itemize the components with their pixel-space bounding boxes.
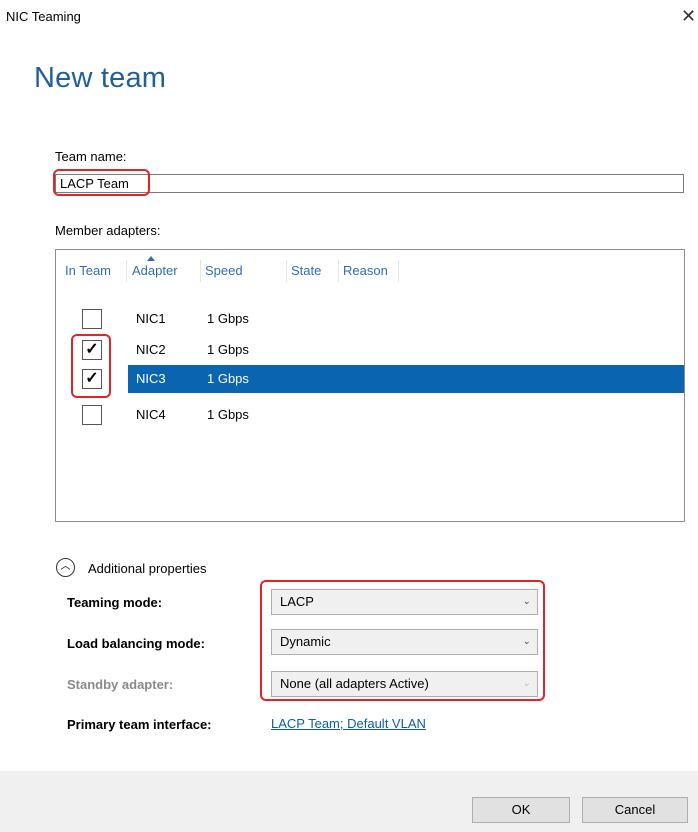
chevron-up-icon[interactable]: ︿ xyxy=(56,558,75,577)
table-row-selected[interactable]: ✓ NIC3 1 Gbps xyxy=(56,365,684,393)
teaming-mode-value: LACP xyxy=(280,594,314,609)
window-title: NIC Teaming xyxy=(6,9,81,24)
column-adapter[interactable]: Adapter xyxy=(128,260,201,282)
standby-adapter-value: None (all adapters Active) xyxy=(280,676,429,691)
ok-button[interactable]: OK xyxy=(472,797,570,823)
load-balancing-label: Load balancing mode: xyxy=(67,636,205,651)
column-in-team[interactable]: In Team xyxy=(61,260,127,282)
list-header: In Team Adapter Speed State Reason xyxy=(56,256,684,282)
member-adapters-label: Member adapters: xyxy=(55,223,161,238)
teaming-mode-select[interactable]: LACP ⌄ xyxy=(271,589,538,615)
adapter-cell: NIC1 xyxy=(136,311,166,326)
team-name-label: Team name: xyxy=(55,149,127,164)
checkmark-icon: ✓ xyxy=(85,370,99,387)
chevron-down-icon: ⌄ xyxy=(522,636,531,647)
speed-cell: 1 Gbps xyxy=(207,407,249,422)
column-reason[interactable]: Reason xyxy=(339,260,399,282)
in-team-checkbox-nic2[interactable]: ✓ xyxy=(82,340,102,360)
load-balancing-value: Dynamic xyxy=(280,634,331,649)
additional-properties-label[interactable]: Additional properties xyxy=(88,561,207,576)
cancel-button[interactable]: Cancel xyxy=(582,797,688,823)
chevron-down-icon: ⌄ xyxy=(522,596,531,607)
table-row[interactable]: ✓ NIC2 1 Gbps xyxy=(56,338,684,362)
page-title: New team xyxy=(34,62,167,94)
chevron-down-icon: ⌄ xyxy=(522,678,531,689)
in-team-checkbox-nic4[interactable] xyxy=(82,405,102,425)
column-speed[interactable]: Speed xyxy=(201,260,287,282)
checkmark-icon: ✓ xyxy=(85,341,99,358)
member-adapters-list[interactable]: In Team Adapter Speed State Reason NIC1 … xyxy=(55,249,685,522)
speed-cell: 1 Gbps xyxy=(207,371,249,386)
table-row[interactable]: NIC1 1 Gbps xyxy=(56,307,684,331)
load-balancing-select[interactable]: Dynamic ⌄ xyxy=(271,629,538,655)
table-row[interactable]: NIC4 1 Gbps xyxy=(56,403,684,427)
sort-ascending-icon xyxy=(147,256,155,261)
adapter-cell: NIC4 xyxy=(136,407,166,422)
close-icon[interactable]: ✕ xyxy=(681,6,696,26)
speed-cell: 1 Gbps xyxy=(207,311,249,326)
adapter-cell: NIC2 xyxy=(136,342,166,357)
standby-adapter-select: None (all adapters Active) ⌄ xyxy=(271,671,538,697)
standby-adapter-label: Standby adapter: xyxy=(67,677,174,692)
in-team-checkbox-nic1[interactable] xyxy=(82,309,102,329)
in-team-checkbox-nic3[interactable]: ✓ xyxy=(82,369,102,389)
column-state[interactable]: State xyxy=(287,260,339,282)
primary-interface-label: Primary team interface: xyxy=(67,717,212,732)
primary-interface-link[interactable]: LACP Team; Default VLAN xyxy=(271,716,426,731)
teaming-mode-label: Teaming mode: xyxy=(67,595,163,610)
adapter-cell: NIC3 xyxy=(136,371,166,386)
team-name-input[interactable] xyxy=(55,174,684,193)
speed-cell: 1 Gbps xyxy=(207,342,249,357)
